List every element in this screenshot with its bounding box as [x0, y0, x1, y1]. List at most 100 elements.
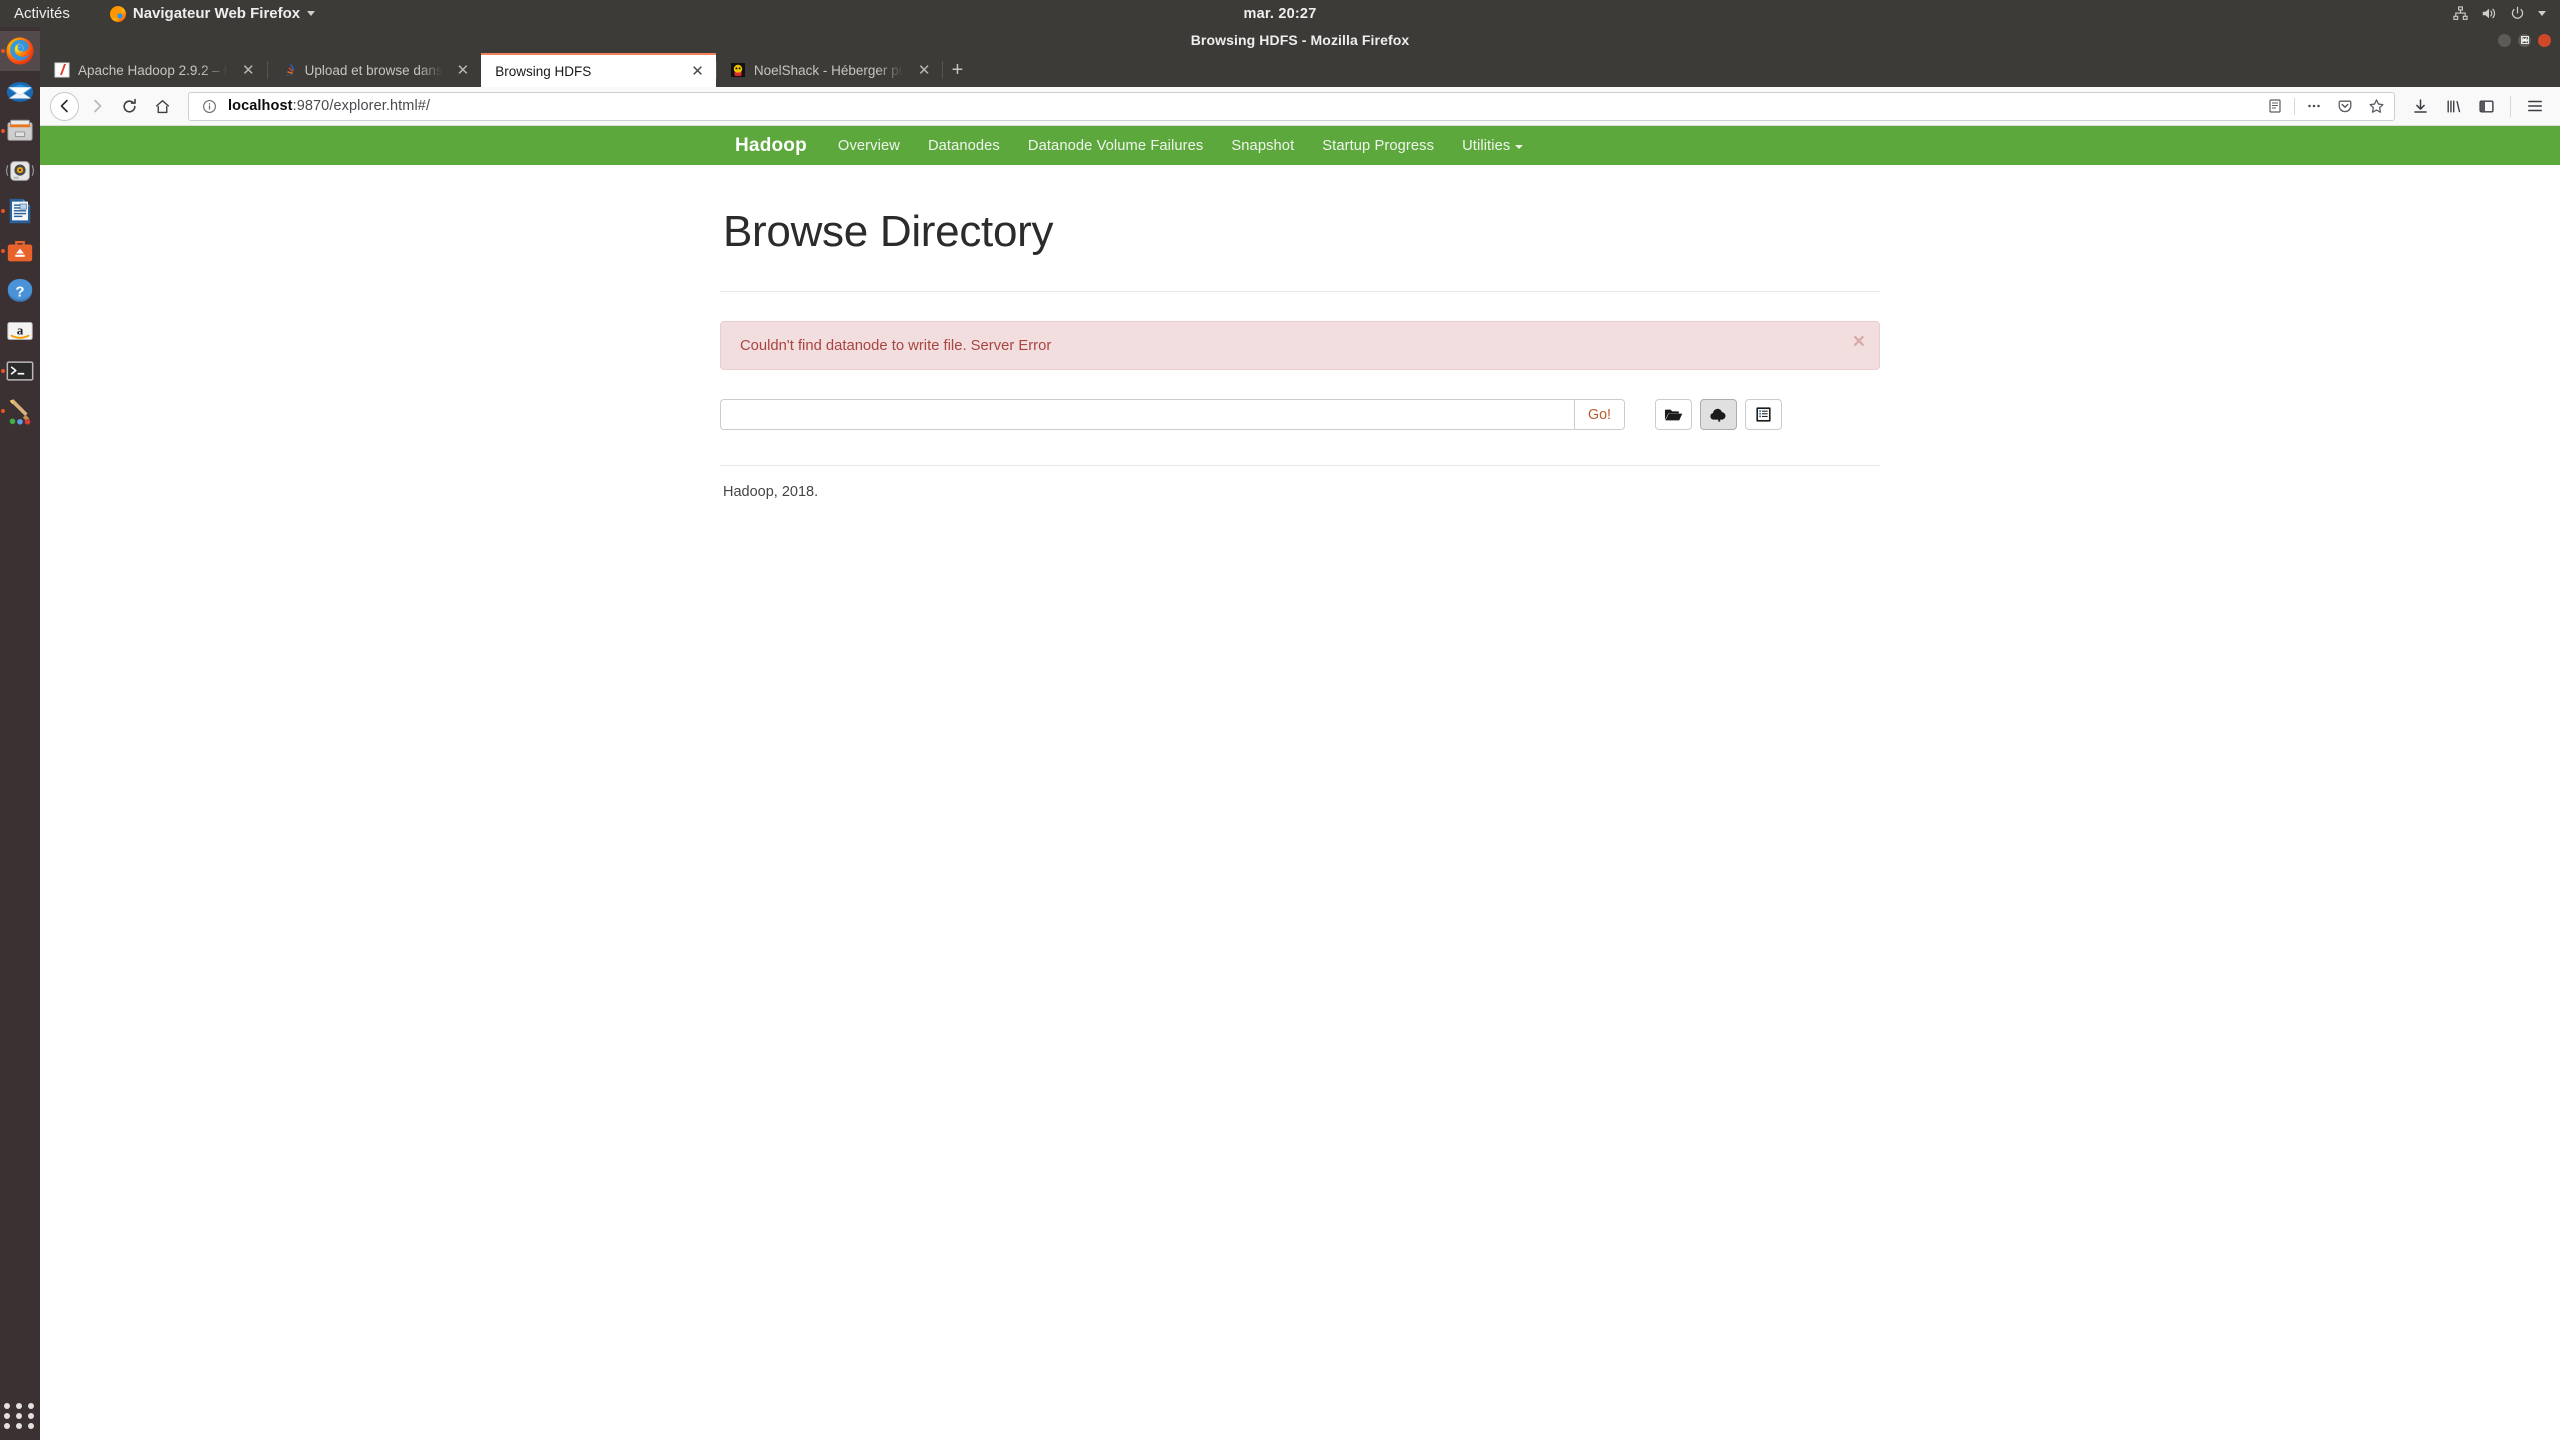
hadoop-brand-link[interactable]: Hadoop: [720, 135, 824, 157]
clock[interactable]: mar. 20:27: [0, 6, 2560, 22]
pocket-icon[interactable]: [2333, 94, 2357, 118]
app-grid-dot: [28, 1403, 34, 1409]
dock-item-firefox[interactable]: [0, 31, 40, 71]
browser-tab-1[interactable]: Upload et browse dans ✕: [266, 53, 482, 87]
info-circle-icon[interactable]: [197, 94, 221, 118]
help-icon: ?: [7, 278, 33, 302]
dock-item-rhythmbox[interactable]: [0, 151, 40, 191]
dock-item-thunderbird[interactable]: [0, 71, 40, 111]
url-path: :9870/explorer.html#/: [292, 98, 431, 114]
downloads-button[interactable]: [2405, 91, 2436, 122]
title-divider: [720, 291, 1880, 292]
back-button[interactable]: [50, 91, 79, 121]
path-toolbar: Go!: [720, 399, 1880, 430]
tab-title: Upload et browse dans: [304, 62, 443, 78]
system-tray[interactable]: [2453, 6, 2546, 21]
tab-title: Browsing HDFS: [495, 63, 592, 79]
close-alert-button[interactable]: ×: [1853, 331, 1865, 352]
action-button-group: [1655, 399, 1782, 430]
folder-open-icon: [1664, 409, 1683, 420]
firefox-icon: [6, 37, 34, 65]
divider: [2510, 95, 2511, 117]
home-button[interactable]: [147, 91, 178, 122]
dock-item-ubuntu-software[interactable]: [0, 231, 40, 271]
close-tab-icon[interactable]: ✕: [455, 63, 472, 78]
nav-item-utilities[interactable]: Utilities: [1448, 126, 1537, 165]
ubuntu-dock: ? a: [0, 27, 40, 1440]
browser-tab-2[interactable]: Browsing HDFS ✕: [481, 53, 716, 87]
nav-item-overview[interactable]: Overview: [824, 126, 914, 165]
nav-item-datanode-volume-failures[interactable]: Datanode Volume Failures: [1014, 126, 1218, 165]
cut-paste-button[interactable]: [1745, 399, 1782, 430]
tab-strip: Apache Hadoop 2.9.2 – H ✕ Upload et brow…: [40, 53, 2560, 87]
amazon-icon: a: [7, 322, 33, 340]
nav-item-datanodes[interactable]: Datanodes: [914, 126, 1014, 165]
nav-item-snapshot[interactable]: Snapshot: [1217, 126, 1308, 165]
bookmark-star-icon[interactable]: [2364, 94, 2388, 118]
chevron-down-icon: [2538, 11, 2546, 16]
power-icon: [2511, 6, 2524, 19]
close-tab-icon[interactable]: ✕: [916, 63, 933, 78]
tab-title: Apache Hadoop 2.9.2 – H: [78, 62, 228, 78]
hamburger-menu-icon: [2527, 100, 2542, 112]
app-grid-dot: [16, 1423, 22, 1429]
cloud-upload-icon: [1709, 408, 1725, 422]
upload-files-button[interactable]: [1700, 399, 1737, 430]
create-directory-button[interactable]: [1655, 399, 1692, 430]
path-input[interactable]: [720, 399, 1574, 430]
dock-item-gimp[interactable]: [0, 391, 40, 431]
home-icon: [155, 99, 170, 113]
sidebar-button[interactable]: [2471, 91, 2502, 122]
go-button[interactable]: Go!: [1573, 399, 1625, 430]
close-window-button[interactable]: [2538, 33, 2551, 47]
reader-mode-icon[interactable]: [2263, 94, 2287, 118]
app-grid-dot: [16, 1413, 22, 1419]
files-icon: [7, 119, 33, 141]
nav-item-startup-progress[interactable]: Startup Progress: [1308, 126, 1448, 165]
library-icon: [2447, 99, 2461, 113]
gimp-icon: [9, 399, 31, 425]
minimize-button[interactable]: [2498, 33, 2511, 47]
terminal-icon: [6, 361, 34, 381]
app-grid-dot: [4, 1403, 10, 1409]
browser-tab-3[interactable]: NoelShack - Héberger pu ✕: [715, 53, 943, 87]
close-tab-icon[interactable]: ✕: [689, 64, 706, 79]
browser-tab-0[interactable]: Apache Hadoop 2.9.2 – H ✕: [40, 53, 267, 87]
alert-message: Couldn't find datanode to write file. Se…: [740, 337, 1052, 354]
running-indicator: [1, 129, 5, 133]
library-button[interactable]: [2438, 91, 2469, 122]
forward-button[interactable]: [81, 91, 112, 122]
new-tab-button[interactable]: +: [942, 53, 972, 87]
navigation-toolbar: localhost:9870/explorer.html#/: [40, 87, 2560, 126]
dock-item-amazon[interactable]: a: [0, 311, 40, 351]
reload-icon: [123, 98, 136, 113]
footer-text: Hadoop, 2018.: [723, 484, 819, 500]
reload-button[interactable]: [114, 91, 145, 122]
close-tab-icon[interactable]: ✕: [240, 63, 257, 78]
dock-item-files[interactable]: [0, 111, 40, 151]
sidebar-icon: [2479, 99, 2494, 113]
tab-title: NoelShack - Héberger pu: [753, 62, 904, 78]
noelshack-icon: [730, 63, 745, 77]
window-titlebar: Browsing HDFS - Mozilla Firefox: [40, 27, 2560, 53]
running-indicator: [1, 209, 5, 213]
show-applications-button[interactable]: [4, 1400, 36, 1432]
firefox-window: Browsing HDFS - Mozilla Firefox Apache H…: [40, 27, 2560, 1440]
rhythmbox-icon: [6, 161, 34, 181]
page-actions-icon[interactable]: [2302, 94, 2326, 118]
url-text[interactable]: localhost:9870/explorer.html#/: [228, 98, 2256, 114]
plus-icon: +: [951, 58, 964, 81]
nav-label: Snapshot: [1231, 137, 1295, 154]
dock-item-terminal[interactable]: [0, 351, 40, 391]
hamburger-menu-button[interactable]: [2519, 91, 2550, 122]
url-bar[interactable]: localhost:9870/explorer.html#/: [188, 91, 2395, 121]
dock-item-libreoffice-writer[interactable]: [0, 191, 40, 231]
network-icon: [2453, 6, 2468, 20]
nav-label: Overview: [837, 137, 900, 154]
nav-label: Startup Progress: [1322, 137, 1435, 154]
caret-down-icon: [1515, 144, 1524, 149]
running-indicator: [1, 369, 5, 373]
dock-item-help[interactable]: ?: [0, 271, 40, 311]
svg-text:?: ?: [15, 284, 24, 301]
hadoop-navbar: Hadoop Overview Datanodes Datanode Volum…: [40, 126, 2560, 165]
